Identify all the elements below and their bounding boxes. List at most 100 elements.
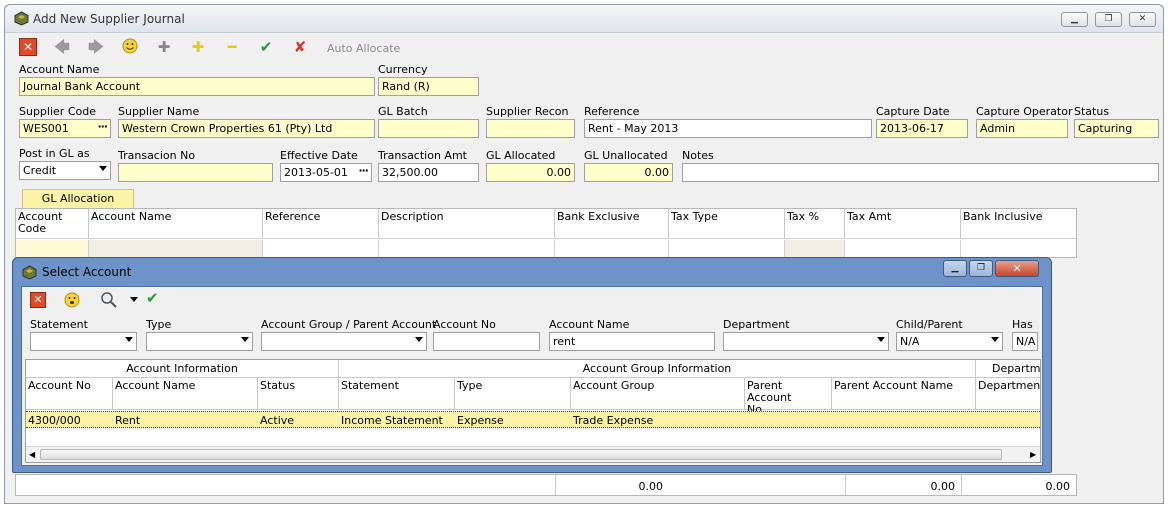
forward-arrow-icon[interactable]: 🡆 bbox=[87, 38, 105, 56]
group-account-information: Account Information bbox=[26, 360, 339, 378]
cell-status: Active bbox=[260, 414, 295, 427]
effective-date-label: Effective Date bbox=[280, 149, 358, 162]
transaction-no-label: Transacion No bbox=[118, 149, 196, 162]
capture-date-label: Capture Date bbox=[876, 105, 950, 118]
grid-header-row: Account Code Account Name Reference Desc… bbox=[16, 209, 1076, 239]
account-name-field[interactable]: Journal Bank Account bbox=[19, 77, 375, 96]
col-account-group[interactable]: Account Group bbox=[571, 378, 745, 410]
col-account-name[interactable]: Account Name bbox=[113, 378, 258, 410]
add-gray-icon[interactable]: ✚ bbox=[155, 38, 173, 56]
type-filter-select[interactable] bbox=[146, 332, 253, 351]
col-tax-amt[interactable]: Tax Amt bbox=[845, 209, 961, 239]
statement-filter-label: Statement bbox=[30, 318, 88, 331]
chevron-down-icon[interactable] bbox=[877, 337, 885, 342]
chevron-down-icon[interactable] bbox=[241, 337, 249, 342]
group-filter-select[interactable] bbox=[261, 332, 427, 351]
supplier-recon-field[interactable] bbox=[486, 119, 575, 138]
total-bank-exclusive: 0.00 bbox=[555, 475, 669, 495]
window-title: Add New Supplier Journal bbox=[33, 12, 185, 26]
reference-field[interactable]: Rent - May 2013 bbox=[584, 119, 872, 138]
account-no-filter-label: Account No bbox=[433, 318, 496, 331]
transaction-no-field[interactable] bbox=[118, 163, 273, 182]
has-filter-value: N/A bbox=[1016, 335, 1036, 348]
status-field[interactable]: Capturing bbox=[1074, 119, 1159, 138]
ellipsis-icon[interactable]: ··· bbox=[97, 120, 108, 133]
col-tax-type[interactable]: Tax Type bbox=[669, 209, 785, 239]
currency-field[interactable]: Rand (R) bbox=[378, 77, 479, 96]
chevron-down-icon[interactable] bbox=[130, 297, 138, 302]
supplier-code-field[interactable]: WES001 ··· bbox=[19, 119, 111, 138]
post-in-gl-label: Post in GL as bbox=[19, 147, 90, 160]
col-bank-exclusive[interactable]: Bank Exclusive bbox=[555, 209, 669, 239]
remove-icon[interactable]: ━ bbox=[223, 38, 241, 56]
col-parent-account-no[interactable]: Parent Account No bbox=[745, 378, 832, 416]
dialog-minimize-button[interactable]: ▁ bbox=[943, 260, 967, 277]
col-tax-percent[interactable]: Tax % bbox=[785, 209, 845, 239]
total-bank-inclusive: 0.00 bbox=[961, 475, 1076, 495]
group-filter-label: Account Group / Parent Account bbox=[261, 318, 437, 331]
dialog-restore-button[interactable]: ❐ bbox=[969, 260, 993, 277]
close-icon[interactable]: ✕ bbox=[30, 292, 46, 308]
col-account-code[interactable]: Account Code bbox=[16, 209, 89, 239]
col-bank-inclusive[interactable]: Bank Inclusive bbox=[961, 209, 1076, 239]
col-department[interactable]: Department bbox=[976, 378, 1040, 410]
add-icon[interactable]: ✚ bbox=[189, 38, 207, 56]
dialog-close-button[interactable]: ✕ bbox=[995, 260, 1039, 277]
department-filter-select[interactable] bbox=[723, 332, 889, 351]
department-filter-label: Department bbox=[723, 318, 790, 331]
post-in-gl-select[interactable]: Credit bbox=[19, 161, 111, 180]
horizontal-scrollbar[interactable]: ◀ ▶ bbox=[26, 446, 1040, 462]
check-icon[interactable]: ✔ bbox=[146, 289, 159, 307]
col-parent-account-name[interactable]: Parent Account Name bbox=[832, 378, 976, 410]
col-status[interactable]: Status bbox=[258, 378, 339, 410]
child-parent-filter-select[interactable]: N/A bbox=[896, 332, 1003, 351]
table-row[interactable]: 4300/000 Rent Active Income Statement Ex… bbox=[26, 411, 1040, 428]
search-icon[interactable] bbox=[100, 291, 118, 309]
close-icon[interactable]: ✕ bbox=[19, 38, 37, 56]
restore-button[interactable]: ❐ bbox=[1095, 12, 1122, 27]
gl-unallocated-field[interactable]: 0.00 bbox=[584, 163, 673, 182]
supplier-name-field[interactable]: Western Crown Properties 61 (Pty) Ltd bbox=[118, 119, 375, 138]
close-button[interactable]: ✕ bbox=[1129, 12, 1156, 27]
smiley-icon[interactable] bbox=[121, 38, 139, 56]
col-reference[interactable]: Reference bbox=[263, 209, 379, 239]
col-account-name[interactable]: Account Name bbox=[89, 209, 263, 239]
account-no-filter-input[interactable] bbox=[433, 332, 540, 351]
check-icon[interactable]: ✔ bbox=[257, 38, 275, 56]
account-name-label: Account Name bbox=[19, 63, 100, 76]
scroll-left-icon[interactable]: ◀ bbox=[29, 450, 35, 459]
has-filter-select[interactable]: N/A bbox=[1012, 332, 1038, 351]
cancel-icon[interactable]: ✘ bbox=[291, 38, 309, 56]
notes-field[interactable] bbox=[682, 163, 1159, 182]
tab-gl-allocation[interactable]: GL Allocation bbox=[22, 189, 134, 209]
account-name-filter-input[interactable]: rent bbox=[549, 332, 715, 351]
transaction-amt-field[interactable]: 32,500.00 bbox=[378, 163, 479, 182]
col-statement[interactable]: Statement bbox=[339, 378, 455, 410]
chevron-down-icon[interactable] bbox=[415, 337, 423, 342]
gl-batch-field[interactable] bbox=[378, 119, 479, 138]
effective-date-field[interactable]: 2013-05-01 ··· bbox=[280, 163, 372, 182]
cell-account-no: 4300/000 bbox=[28, 414, 81, 427]
gl-allocated-label: GL Allocated bbox=[486, 149, 556, 162]
chevron-down-icon[interactable] bbox=[991, 337, 999, 342]
auto-allocate-button[interactable]: Auto Allocate bbox=[327, 42, 400, 55]
ellipsis-icon[interactable]: ··· bbox=[358, 164, 369, 177]
gl-allocated-field[interactable]: 0.00 bbox=[486, 163, 575, 182]
grid-empty-row[interactable] bbox=[16, 240, 1076, 257]
col-type[interactable]: Type bbox=[455, 378, 571, 410]
chevron-down-icon[interactable] bbox=[99, 166, 107, 171]
scrollbar-thumb[interactable] bbox=[40, 449, 1002, 460]
capture-operator-field[interactable]: Admin bbox=[976, 119, 1068, 138]
back-arrow-icon[interactable]: 🡄 bbox=[53, 38, 71, 56]
capture-operator-label: Capture Operator bbox=[976, 105, 1073, 118]
col-description[interactable]: Description bbox=[379, 209, 555, 239]
smiley-icon[interactable] bbox=[64, 292, 80, 308]
chevron-down-icon[interactable] bbox=[125, 337, 133, 342]
col-account-no[interactable]: Account No bbox=[26, 378, 113, 410]
gl-batch-label: GL Batch bbox=[378, 105, 428, 118]
minimize-button[interactable]: ▁ bbox=[1061, 12, 1088, 27]
capture-date-field[interactable]: 2013-06-17 bbox=[876, 119, 968, 138]
dialog-app-icon bbox=[22, 265, 37, 280]
statement-filter-select[interactable] bbox=[30, 332, 137, 351]
scroll-right-icon[interactable]: ▶ bbox=[1030, 450, 1036, 459]
